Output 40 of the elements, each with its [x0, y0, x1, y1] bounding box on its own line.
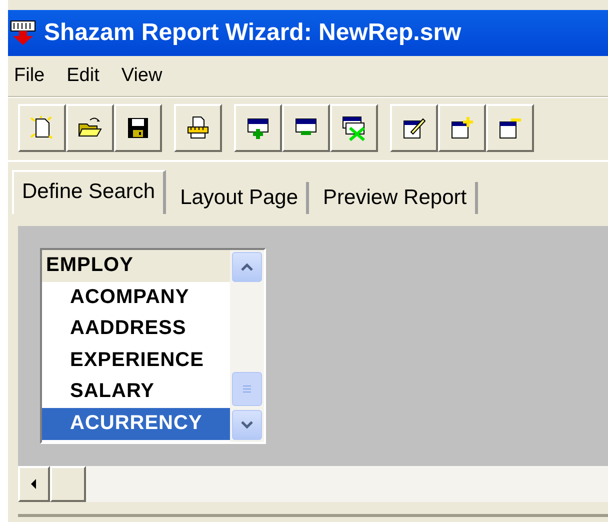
remove-record-icon	[296, 118, 316, 135]
toolbar-button[interactable]	[282, 104, 330, 152]
chevron-up-icon	[241, 263, 253, 271]
toolbar-button[interactable]	[174, 104, 222, 152]
toolbar-button[interactable]	[18, 104, 66, 152]
menu-item[interactable]: View	[121, 65, 162, 87]
toolbar-button[interactable]	[438, 104, 486, 152]
edit-window-icon	[404, 118, 426, 138]
toolbar-button[interactable]	[330, 104, 378, 152]
scroll-thumb[interactable]	[232, 372, 262, 406]
toolbar-button[interactable]	[66, 104, 114, 152]
tab[interactable]: Define Search	[12, 170, 166, 214]
new-file-icon	[30, 115, 53, 139]
scroll-up-button[interactable]	[232, 252, 262, 282]
add-window-icon	[452, 116, 474, 138]
add-record-icon	[248, 118, 268, 141]
open-folder-icon	[78, 118, 102, 136]
field-item[interactable]: AADDRESS	[42, 313, 230, 345]
scroll-left-button[interactable]	[18, 466, 50, 502]
scroll-down-button[interactable]	[232, 410, 262, 440]
menu-item[interactable]: File	[14, 65, 45, 87]
grip-icon	[242, 384, 252, 394]
delete-record-icon	[342, 116, 366, 141]
field-item[interactable]: SALARY	[42, 376, 230, 408]
minimize-window-icon	[500, 118, 521, 138]
save-icon	[128, 118, 148, 138]
chevron-down-icon	[241, 421, 253, 429]
field-item[interactable]: ACOMPANY	[42, 282, 230, 314]
toolbar-button[interactable]	[114, 104, 162, 152]
print-icon	[188, 116, 208, 138]
window-title: Shazam Report Wizard: NewRep.srw	[44, 19, 462, 47]
toolbar-button[interactable]	[390, 104, 438, 152]
menu-item[interactable]: Edit	[66, 65, 100, 87]
toolbar-button[interactable]	[234, 104, 282, 152]
toolbar-button[interactable]	[486, 104, 534, 152]
table-name: EMPLOY	[42, 250, 230, 282]
field-item[interactable]: ACURRENCY	[42, 408, 230, 440]
triangle-left-icon	[30, 479, 38, 489]
app-icon	[10, 20, 36, 46]
field-item[interactable]: EXPERIENCE	[42, 344, 230, 376]
